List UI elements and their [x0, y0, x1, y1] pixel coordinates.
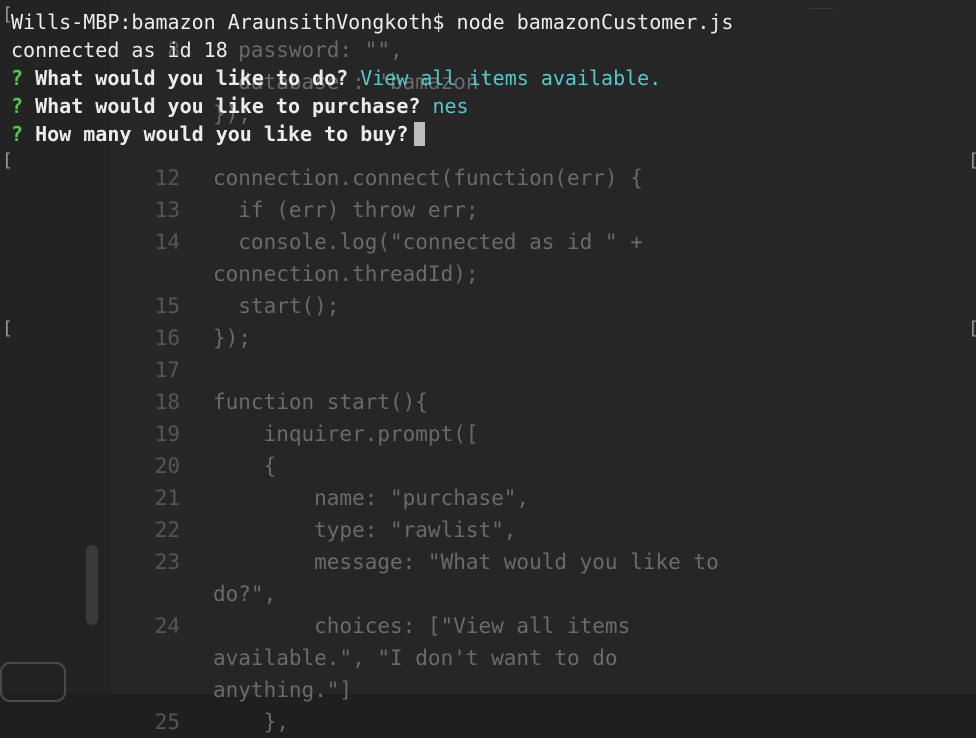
code-line: 25 },	[0, 706, 976, 738]
question-text: What would you like to purchase?	[35, 94, 421, 118]
shell-command: node bamazonCustomer.js	[456, 10, 734, 34]
question-mark-icon: ?	[11, 94, 24, 118]
terminal-window[interactable]: Wills-MBP:bamazon AraunsithVongkoth$ nod…	[0, 0, 976, 694]
question-mark-icon: ?	[11, 122, 24, 146]
connected-output: connected as id 18	[11, 38, 228, 62]
prompt-question-action: ? What would you like to do? View all it…	[11, 64, 661, 92]
terminal-command-line: Wills-MBP:bamazon AraunsithVongkoth$ nod…	[11, 8, 733, 36]
question-text: How many would you like to buy?	[35, 122, 409, 146]
question-answer: nes	[432, 94, 469, 118]
prompt-question-product: ? What would you like to purchase? nes	[11, 92, 469, 120]
prompt-question-quantity[interactable]: ? How many would you like to buy?	[11, 120, 426, 148]
bracket-marker: [	[968, 150, 976, 171]
bracket-marker: [	[2, 4, 13, 25]
bracket-marker: [	[2, 150, 13, 171]
text-cursor	[414, 122, 426, 146]
shell-prompt: Wills-MBP:bamazon AraunsithVongkoth$	[11, 10, 445, 34]
bracket-marker: [	[2, 318, 13, 339]
question-text: What would you like to do?	[35, 66, 349, 90]
code-text: },	[213, 710, 289, 734]
line-number: 25	[154, 710, 180, 734]
question-mark-icon: ?	[11, 66, 24, 90]
question-answer: View all items available.	[360, 66, 662, 90]
bracket-marker: [	[968, 318, 976, 339]
